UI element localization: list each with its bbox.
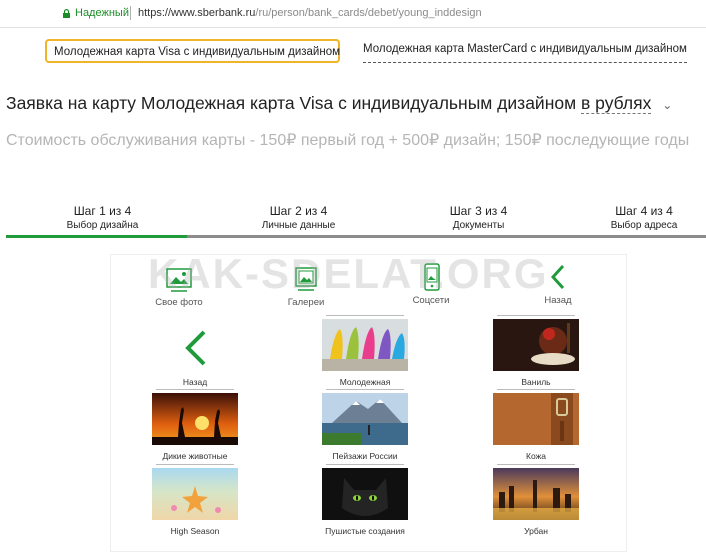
step-2[interactable]: Шаг 2 из 4 Личные данные	[206, 204, 391, 231]
landscape-image	[322, 393, 408, 445]
url-host: https://www.sberbank.ru	[138, 7, 256, 19]
step-number: Шаг 3 из 4	[449, 204, 508, 218]
gallery-back-button[interactable]: Назад	[155, 328, 235, 387]
source-label: Свое фото	[155, 297, 203, 308]
city-image	[493, 468, 579, 520]
currency-select[interactable]: в рублях	[581, 93, 652, 114]
cost-description: Стоимость обслуживания карты - 150₽ перв…	[6, 132, 690, 149]
gallery-thumb-vanilla[interactable]: Ваниль	[493, 315, 579, 387]
gallery-thumb-fluffy-creatures[interactable]: Пушистые создания	[322, 464, 408, 536]
address-separator	[130, 6, 131, 20]
thumb-stack	[497, 464, 575, 467]
dessert-image	[493, 319, 579, 371]
gallery-thumb-wild-animals[interactable]: Дикие животные	[152, 389, 238, 461]
tab-visa-card[interactable]: Молодежная карта Visa с индивидуальным д…	[45, 39, 340, 63]
step-number: Шаг 1 из 4	[73, 204, 132, 218]
chevron-down-icon[interactable]: ⌄	[662, 98, 672, 112]
starfish-image	[152, 468, 238, 520]
gallery-thumb-leather[interactable]: Кожа	[493, 389, 579, 461]
step-1[interactable]: Шаг 1 из 4 Выбор дизайна	[6, 204, 199, 231]
gallery-caption: Пушистые создания	[325, 526, 405, 536]
thumb-stack	[326, 389, 404, 392]
giraffes-image	[152, 393, 238, 445]
gallery-thumb-russia-landscapes[interactable]: Пейзажи России	[322, 389, 408, 461]
gallery-caption: High Season	[170, 526, 220, 536]
step-number: Шаг 2 из 4	[269, 204, 328, 218]
chevron-left-icon	[185, 330, 206, 366]
lock-icon	[63, 9, 70, 18]
gallery-caption: Урбан	[524, 526, 548, 536]
thumb-stack	[497, 315, 575, 318]
gallery-caption: Молодежная	[339, 377, 391, 387]
gallery-thumb-youth[interactable]: Молодежная	[322, 315, 408, 387]
thumb-stack	[156, 389, 234, 392]
thumb-stack	[497, 389, 575, 392]
application-title-text: Заявка на карту Молодежная карта Visa с …	[6, 93, 577, 113]
gallery-caption: Кожа	[526, 451, 546, 461]
cat-image	[322, 468, 408, 520]
gallery-caption: Пейзажи России	[332, 451, 398, 461]
steps-bar: Шаг 1 из 4 Выбор дизайна Шаг 2 из 4 Личн…	[6, 204, 706, 238]
url-text[interactable]: https://www.sberbank.ru/ru/person/bank_c…	[138, 7, 482, 19]
url-path: /ru/person/bank_cards/debet/young_inddes…	[255, 7, 482, 19]
gallery-thumb-high-season[interactable]: High Season	[152, 464, 238, 536]
step-label: Документы	[452, 220, 505, 231]
thumb-stack	[326, 315, 404, 318]
step-label: Выбор адреса	[610, 220, 678, 231]
step-number: Шаг 4 из 4	[615, 204, 673, 218]
gallery-caption: Назад	[182, 377, 208, 387]
secure-label: Надежный	[75, 7, 129, 19]
step-3[interactable]: Шаг 3 из 4 Документы	[386, 204, 571, 231]
watermark: KAK-SDELAT.ORG	[148, 250, 549, 297]
source-label: Галереи	[287, 297, 325, 308]
step-label: Выбор дизайна	[66, 220, 139, 231]
thumb-stack	[326, 464, 404, 467]
page-content: Молодежная карта Visa с индивидуальным д…	[0, 28, 706, 552]
browser-address-bar[interactable]: Надежный https://www.sberbank.ru/ru/pers…	[0, 0, 706, 28]
application-title: Заявка на карту Молодежная карта Visa с …	[6, 93, 672, 114]
gallery-caption: Ваниль	[521, 377, 551, 387]
step-label: Личные данные	[261, 220, 336, 231]
leather-image	[493, 393, 579, 445]
step-4[interactable]: Шаг 4 из 4 Выбор адреса	[584, 204, 704, 231]
tab-mastercard-card[interactable]: Молодежная карта MasterCard с индивидуал…	[363, 39, 687, 63]
thumb-stack	[156, 464, 234, 467]
shoes-image	[322, 319, 408, 371]
gallery-thumb-urban[interactable]: Урбан	[493, 464, 579, 536]
steps-progress	[6, 235, 187, 238]
gallery-caption: Дикие животные	[162, 451, 228, 461]
